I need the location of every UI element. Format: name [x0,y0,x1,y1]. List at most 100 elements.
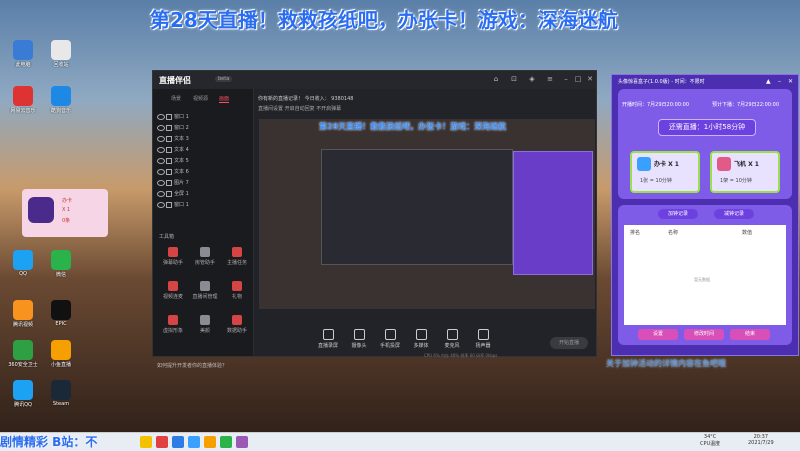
source-item[interactable]: 文本 6 [157,168,249,178]
source-item[interactable]: 文本 3 [157,135,249,145]
eye-icon[interactable] [157,125,165,131]
preview-nested-panel [513,151,593,275]
share-icon[interactable]: ⊡ [509,74,519,84]
eye-icon[interactable] [157,147,165,153]
desktop-icon[interactable]: 腾讯视频 [6,300,40,328]
tool-button[interactable]: 数据助手 [223,315,251,334]
preview-banner: 第28天直播！救救孩纸吧，办张卡！游戏：深海迷航 [319,122,507,131]
source-item[interactable]: 全屏 1 [157,190,249,200]
col-rank: 排名 [630,230,641,236]
gift-icon[interactable]: ⌂ [491,74,501,84]
desktop-widget: 办卡 X 1 0条 [22,189,108,237]
taskbar-app-icon[interactable] [204,436,216,448]
end-button[interactable]: 结束 [730,329,770,340]
capture-button[interactable]: 麦克风 [440,329,464,349]
capture-button[interactable]: 扬声器 [471,329,495,349]
tool-button[interactable]: 美颜 [191,315,219,334]
capture-button[interactable]: 直播录屏 [316,329,340,349]
lock-icon[interactable] [166,125,172,131]
desktop-icon[interactable]: 网易云音乐 [6,86,40,114]
lock-icon[interactable] [166,147,172,153]
capture-button[interactable]: 多媒体 [409,329,433,349]
taskbar-app-icon[interactable] [236,436,248,448]
skin-icon[interactable]: ◈ [527,74,537,84]
source-item[interactable]: 窗口 1 [157,113,249,123]
tool-button[interactable]: 弹幕助手 [159,247,187,266]
tab-video-source[interactable]: 视频源 [193,95,208,102]
desktop-icon-label: QQ [19,271,27,277]
tool-button[interactable]: 虚拟形象 [159,315,187,334]
tool-button[interactable]: 主播任务 [223,247,251,266]
lock-icon[interactable] [166,158,172,164]
eye-icon[interactable] [157,180,165,186]
source-item[interactable]: 窗口 2 [157,124,249,134]
capture-button[interactable]: 手机投屏 [378,329,402,349]
desktop-icon[interactable]: 回收站 [44,40,78,68]
capture-icon [477,329,489,340]
close-icon[interactable]: ✕ [788,78,793,85]
desktop-icon[interactable]: EPIC [44,300,78,327]
desktop-icon[interactable]: 小鱼直播 [44,340,78,368]
taskbar-app-icon[interactable] [156,436,168,448]
taskbar-app-icon[interactable] [140,436,152,448]
capture-label: 扬声器 [475,343,491,349]
source-item[interactable]: 文本 5 [157,157,249,167]
tab-scene[interactable]: 场景 [171,95,181,102]
eye-icon[interactable] [157,202,165,208]
taskbar-app-icon[interactable] [220,436,232,448]
start-stream-button[interactable]: 开始直播 [550,337,588,349]
tab-canvas[interactable]: 画面 [219,95,230,103]
lock-icon[interactable] [166,114,172,120]
pin-icon[interactable]: ▲ [766,78,771,85]
lock-icon[interactable] [166,136,172,142]
eye-icon[interactable] [157,158,165,164]
taskbar-app-icon[interactable] [188,436,200,448]
app-icon [13,300,33,320]
settings-button[interactable]: 设置 [638,329,678,340]
desktop-icon[interactable]: 腾讯QQ [6,380,40,408]
source-item[interactable]: 文本 4 [157,146,249,156]
eye-icon[interactable] [157,169,165,175]
lock-icon[interactable] [166,202,172,208]
desktop-icon[interactable]: 酷狗音乐 [44,86,78,114]
maximize-icon[interactable]: □ [573,74,583,84]
source-item[interactable]: 窗口 1 [157,201,249,211]
minimize-icon[interactable]: – [561,74,571,84]
eye-icon[interactable] [157,114,165,120]
source-name: 窗口 2 [174,125,189,131]
menu-icon[interactable]: ≡ [545,74,555,84]
help-hint[interactable]: 如何提升开发者你的直播体验？ [157,362,227,369]
source-item[interactable]: 图片 7 [157,179,249,189]
taskbar-app-icon[interactable] [172,436,184,448]
tab-add-records[interactable]: 加钟记录 [658,209,698,219]
eye-icon[interactable] [157,136,165,142]
desktop-icon[interactable]: Steam [44,380,78,407]
minimize-icon[interactable]: – [778,78,781,85]
empty-state: 暂无数据 [694,277,710,282]
source-name: 窗口 1 [174,202,189,208]
tool-button[interactable]: 直播间管理 [191,281,219,300]
desktop-icon[interactable]: 此电脑 [6,40,40,68]
capture-icon [384,329,396,340]
tool-button[interactable]: 礼物 [223,281,251,300]
tool-button[interactable]: 视频连麦 [159,281,187,300]
eye-icon[interactable] [157,191,165,197]
lock-icon[interactable] [166,180,172,186]
lock-icon[interactable] [166,169,172,175]
lock-icon[interactable] [166,191,172,197]
tool-icon [232,315,242,325]
system-clock[interactable]: 20:37 2021/7/29 [748,434,774,446]
desktop-icon[interactable]: 微信 [44,250,78,278]
capture-button[interactable]: 摄像头 [347,329,371,349]
tool-button[interactable]: 房管助手 [191,247,219,266]
room-settings[interactable]: 直播间设置 开启自动回复 不开启弹幕 [258,105,341,112]
edit-time-button[interactable]: 修改时间 [684,329,724,340]
tool-label: 美颜 [199,328,210,334]
desktop-icon[interactable]: QQ [6,250,40,277]
desktop-icon[interactable]: 360安全卫士 [6,340,40,368]
close-icon[interactable]: ✕ [585,74,595,84]
tool-icon [168,315,178,325]
stream-preview[interactable]: 第28天直播！救救孩纸吧，办张卡！游戏：深海迷航 [259,119,595,309]
tab-sub-records[interactable]: 减钟记录 [714,209,754,219]
gift-card-plane: 飞机 X 1 1架 = 10分钟 [710,151,780,193]
